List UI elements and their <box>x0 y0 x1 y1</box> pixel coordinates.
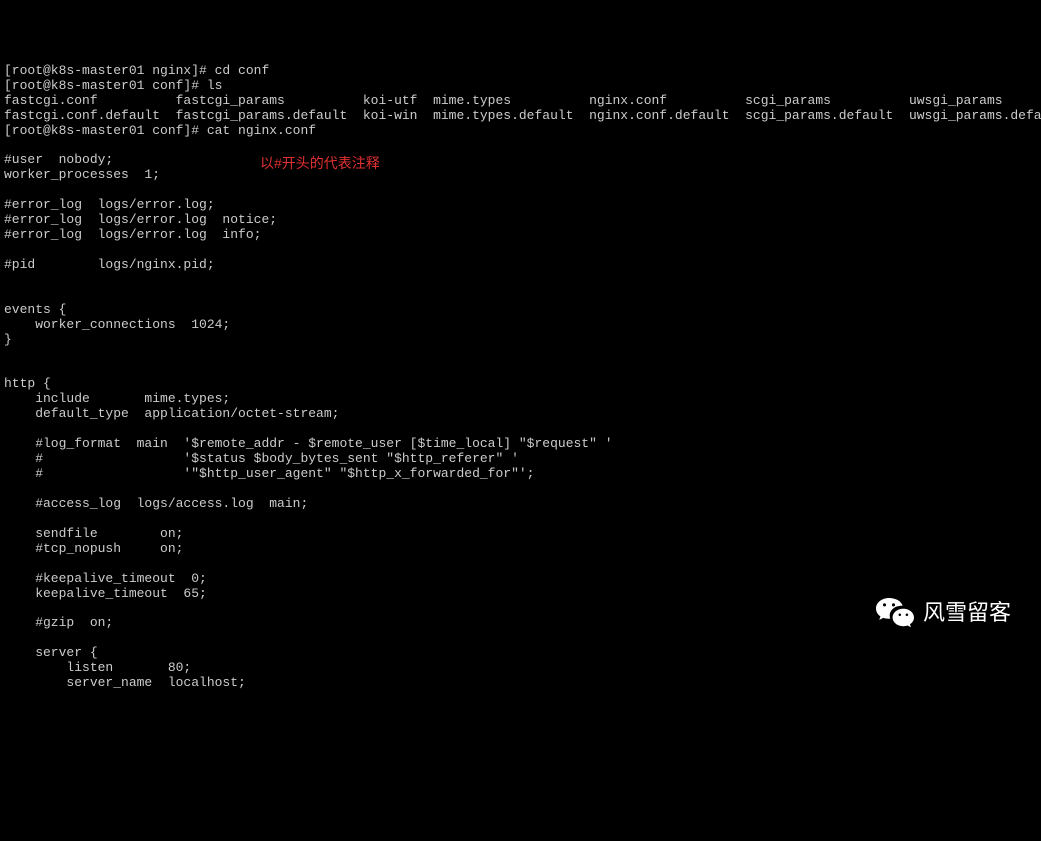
terminal-line: #user nobody; <box>4 153 1037 168</box>
terminal-line <box>4 183 1037 198</box>
terminal-line: listen 80; <box>4 661 1037 676</box>
terminal-line: #tcp_nopush on; <box>4 542 1037 557</box>
terminal-line: events { <box>4 303 1037 318</box>
terminal-line <box>4 691 1037 706</box>
terminal-line: #pid logs/nginx.pid; <box>4 258 1037 273</box>
terminal-line <box>4 557 1037 572</box>
terminal-line <box>4 363 1037 378</box>
terminal-line: fastcgi.conf.default fastcgi_params.defa… <box>4 109 1037 124</box>
terminal-line: } <box>4 333 1037 348</box>
terminal-line: worker_connections 1024; <box>4 318 1037 333</box>
wechat-icon <box>875 596 915 630</box>
terminal-line: [root@k8s-master01 nginx]# cd conf <box>4 64 1037 79</box>
terminal-line: # '$status $body_bytes_sent "$http_refer… <box>4 452 1037 467</box>
watermark: 风雪留客 <box>875 596 1011 630</box>
terminal-line: #error_log logs/error.log; <box>4 198 1037 213</box>
terminal-line: #error_log logs/error.log info; <box>4 228 1037 243</box>
terminal-line <box>4 138 1037 153</box>
terminal-line: #log_format main '$remote_addr - $remote… <box>4 437 1037 452</box>
terminal-line: default_type application/octet-stream; <box>4 407 1037 422</box>
terminal-line: [root@k8s-master01 conf]# cat nginx.conf <box>4 124 1037 139</box>
terminal-line <box>4 512 1037 527</box>
terminal-line: #error_log logs/error.log notice; <box>4 213 1037 228</box>
terminal-line: server { <box>4 646 1037 661</box>
terminal-line: [root@k8s-master01 conf]# ls <box>4 79 1037 94</box>
watermark-text: 风雪留客 <box>923 600 1011 625</box>
comment-annotation: 以#开头的代表注释 <box>260 155 380 171</box>
terminal-line <box>4 348 1037 363</box>
terminal-line: http { <box>4 377 1037 392</box>
terminal-line: include mime.types; <box>4 392 1037 407</box>
terminal-line: server_name localhost; <box>4 676 1037 691</box>
terminal-line <box>4 243 1037 258</box>
terminal-line <box>4 482 1037 497</box>
terminal-line <box>4 288 1037 303</box>
terminal-line: sendfile on; <box>4 527 1037 542</box>
terminal-line: #keepalive_timeout 0; <box>4 572 1037 587</box>
terminal-line <box>4 422 1037 437</box>
terminal-line: fastcgi.conf fastcgi_params koi-utf mime… <box>4 94 1037 109</box>
terminal-line: worker_processes 1; <box>4 168 1037 183</box>
terminal-line: # '"$http_user_agent" "$http_x_forwarded… <box>4 467 1037 482</box>
terminal-line: #access_log logs/access.log main; <box>4 497 1037 512</box>
terminal-line <box>4 273 1037 288</box>
terminal-line <box>4 631 1037 646</box>
